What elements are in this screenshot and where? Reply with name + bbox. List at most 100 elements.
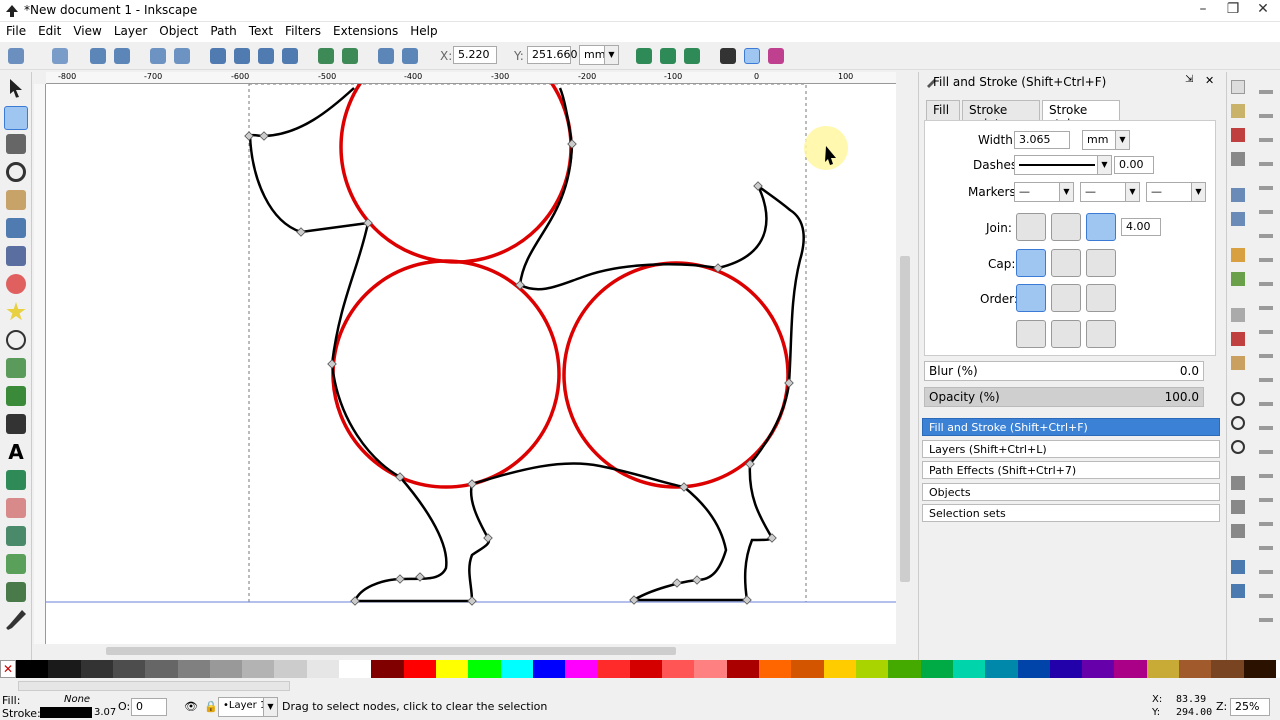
pen-tool-icon[interactable] bbox=[6, 386, 26, 406]
color-swatch[interactable] bbox=[920, 660, 954, 678]
minimize-button[interactable]: – bbox=[1188, 0, 1218, 20]
miter-limit-field[interactable]: 4.00 bbox=[1121, 218, 1161, 236]
import-icon[interactable] bbox=[1231, 188, 1245, 202]
node-handle[interactable] bbox=[395, 574, 405, 584]
layer-select[interactable]: •Layer 1 ▼ bbox=[218, 697, 278, 717]
show-path-outline-icon[interactable] bbox=[768, 48, 784, 64]
node-auto-icon[interactable] bbox=[282, 48, 298, 64]
duplicate-icon[interactable] bbox=[1231, 476, 1245, 490]
menu-help[interactable]: Help bbox=[404, 22, 443, 40]
color-swatch[interactable] bbox=[468, 660, 502, 678]
order-fill-markers-stroke-icon[interactable] bbox=[1086, 284, 1116, 312]
node-handle[interactable] bbox=[742, 595, 752, 605]
blur-slider[interactable]: Blur (%) 0.0 bbox=[924, 361, 1204, 381]
stroke-width-field[interactable]: 3.065 bbox=[1014, 131, 1070, 149]
show-handles-icon[interactable] bbox=[636, 48, 652, 64]
node-handle[interactable] bbox=[567, 139, 577, 149]
vertical-scroll-thumb[interactable] bbox=[900, 256, 910, 582]
ungroup-icon[interactable] bbox=[1231, 584, 1245, 598]
join-nodes-icon[interactable] bbox=[90, 48, 106, 64]
panel-iconify-icon[interactable]: ⇲ bbox=[1185, 74, 1193, 85]
color-swatch[interactable] bbox=[856, 660, 889, 678]
calligraphy-tool-icon[interactable] bbox=[6, 414, 26, 434]
node-cusp-icon[interactable] bbox=[210, 48, 226, 64]
selector-tool-icon[interactable] bbox=[10, 79, 22, 98]
undo-icon[interactable] bbox=[1231, 248, 1245, 262]
mid-marker-select[interactable]: — ▼ bbox=[1080, 182, 1140, 202]
menu-layer[interactable]: Layer bbox=[108, 22, 153, 40]
node-tool-icon[interactable] bbox=[4, 106, 28, 130]
show-transform-handles-icon[interactable] bbox=[720, 48, 736, 64]
stroke-unit-select[interactable]: mm ▼ bbox=[1082, 130, 1130, 150]
object-to-path-icon[interactable] bbox=[378, 48, 394, 64]
cap-square-icon[interactable] bbox=[1086, 249, 1116, 277]
export-icon[interactable] bbox=[1231, 212, 1245, 226]
node-handle[interactable] bbox=[467, 479, 477, 489]
text-tool-icon[interactable]: A bbox=[6, 442, 26, 462]
color-swatch[interactable] bbox=[823, 660, 857, 678]
order-stroke-markers-fill-icon[interactable] bbox=[1051, 320, 1081, 348]
show-bbox-icon[interactable] bbox=[744, 48, 760, 64]
dock-path-effects[interactable]: Path Effects (Shift+Ctrl+7) bbox=[922, 461, 1220, 479]
color-swatch[interactable] bbox=[791, 660, 825, 678]
insert-node-icon[interactable] bbox=[8, 48, 24, 64]
maximize-button[interactable]: ❐ bbox=[1218, 0, 1248, 20]
next-path-effect-icon[interactable] bbox=[684, 48, 700, 64]
break-path-icon[interactable] bbox=[114, 48, 130, 64]
color-swatch[interactable] bbox=[565, 660, 599, 678]
node-handle[interactable] bbox=[467, 596, 477, 606]
color-swatch[interactable] bbox=[371, 660, 405, 678]
color-swatch[interactable] bbox=[242, 660, 275, 678]
color-swatch[interactable] bbox=[112, 660, 146, 678]
color-swatch[interactable] bbox=[985, 660, 1019, 678]
color-swatch[interactable] bbox=[145, 660, 179, 678]
dropper-tool-icon[interactable] bbox=[6, 610, 26, 630]
color-palette[interactable]: ✕ bbox=[0, 660, 1280, 678]
join-miter-icon[interactable] bbox=[1086, 213, 1116, 241]
circle-body-back[interactable] bbox=[562, 261, 790, 489]
node-smooth-icon[interactable] bbox=[234, 48, 250, 64]
color-swatch[interactable] bbox=[436, 660, 469, 678]
color-swatch[interactable] bbox=[177, 660, 211, 678]
node-handle[interactable] bbox=[296, 227, 306, 237]
node-handle[interactable] bbox=[350, 596, 360, 606]
zoom-tool-icon[interactable] bbox=[6, 162, 26, 182]
fill-value[interactable]: None bbox=[64, 694, 90, 705]
color-swatch[interactable] bbox=[888, 660, 922, 678]
menu-file[interactable]: File bbox=[0, 22, 32, 40]
order-fill-stroke-markers-icon[interactable] bbox=[1016, 284, 1046, 312]
color-swatch[interactable] bbox=[1211, 660, 1245, 678]
join-round-icon[interactable] bbox=[1051, 213, 1081, 241]
color-swatch[interactable] bbox=[597, 660, 631, 678]
color-swatch[interactable] bbox=[1082, 660, 1115, 678]
zoom-selection-icon[interactable] bbox=[1231, 392, 1245, 406]
ellipse-tool-icon[interactable] bbox=[6, 274, 26, 294]
x-coord-field[interactable]: 5.220 bbox=[453, 46, 497, 64]
cap-round-icon[interactable] bbox=[1051, 249, 1081, 277]
snap-controls-bar[interactable] bbox=[1259, 80, 1273, 640]
color-swatch[interactable] bbox=[1146, 660, 1180, 678]
color-swatch[interactable] bbox=[16, 660, 49, 678]
tab-fill[interactable]: Fill bbox=[926, 100, 960, 120]
color-swatch[interactable] bbox=[339, 660, 372, 678]
3d-box-tool-icon[interactable] bbox=[6, 246, 26, 266]
color-swatch[interactable] bbox=[1049, 660, 1083, 678]
zoom-page-icon[interactable] bbox=[1231, 440, 1245, 454]
node-handle[interactable] bbox=[692, 575, 702, 585]
vertical-scrollbar[interactable] bbox=[896, 72, 914, 644]
dog-outline-path[interactable] bbox=[248, 87, 805, 603]
color-swatch[interactable] bbox=[1179, 660, 1212, 678]
circle-head[interactable] bbox=[339, 30, 573, 264]
gradient-tool-icon[interactable] bbox=[6, 554, 26, 574]
color-swatch[interactable] bbox=[726, 660, 760, 678]
no-paint-swatch-icon[interactable]: ✕ bbox=[0, 660, 16, 678]
show-outline-icon[interactable] bbox=[660, 48, 676, 64]
drawing[interactable] bbox=[46, 30, 896, 644]
color-swatch[interactable] bbox=[629, 660, 663, 678]
unlink-clone-icon[interactable] bbox=[1231, 524, 1245, 538]
color-swatch[interactable] bbox=[952, 660, 986, 678]
menu-extensions[interactable]: Extensions bbox=[327, 22, 404, 40]
lock-icon[interactable]: 🔒 bbox=[204, 700, 218, 713]
segment-line-icon[interactable] bbox=[318, 48, 334, 64]
color-swatch[interactable] bbox=[48, 660, 82, 678]
